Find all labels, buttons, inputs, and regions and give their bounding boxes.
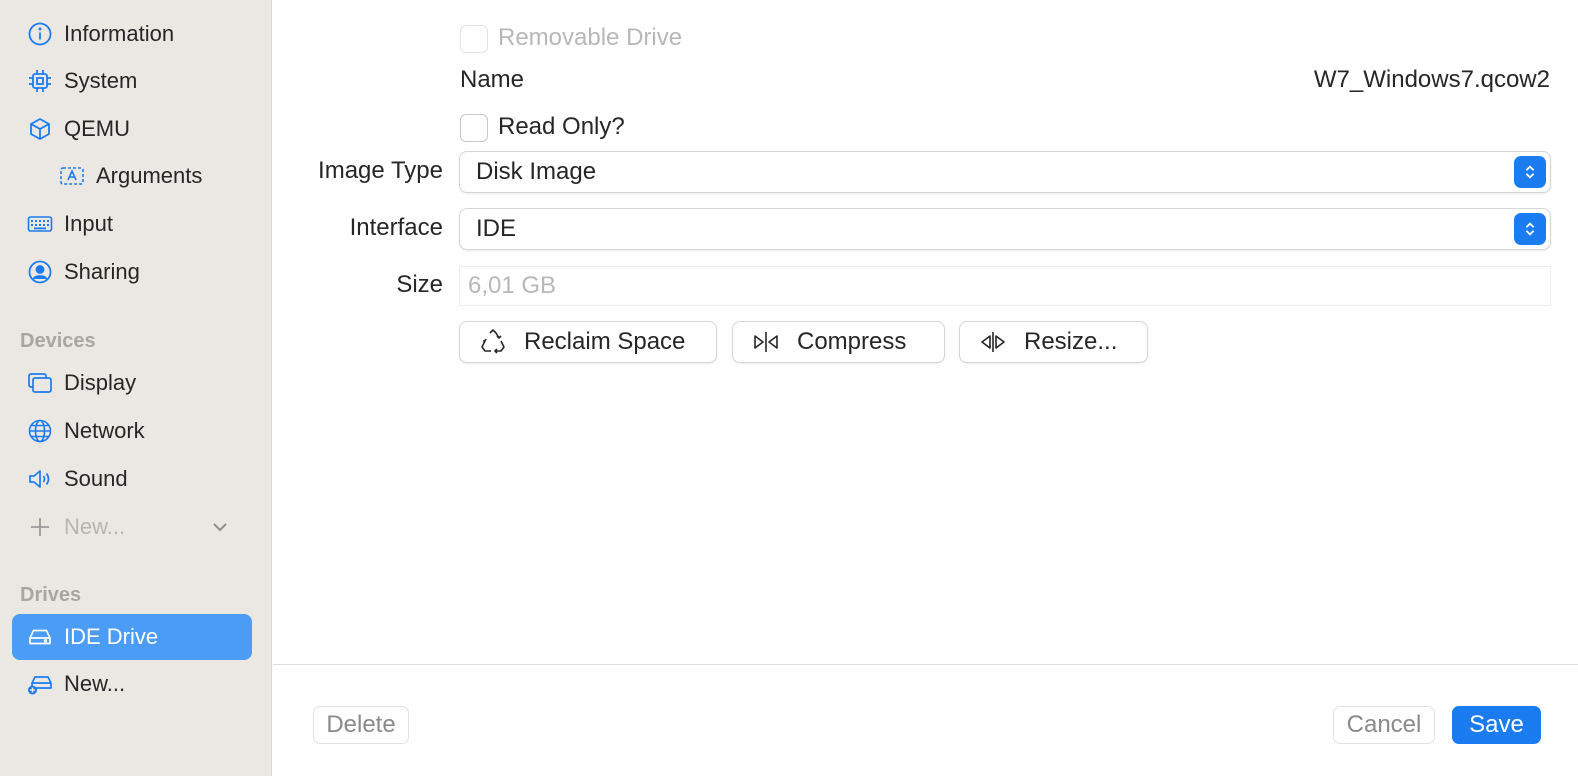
- interface-value: IDE: [476, 215, 517, 242]
- sidebar-item-label: System: [64, 68, 138, 93]
- image-type-label: Image Type: [318, 157, 443, 184]
- cpu-icon: [26, 67, 54, 95]
- compress-label: Compress: [797, 328, 907, 355]
- size-field[interactable]: 6,01 GB: [459, 266, 1551, 306]
- sidebar-item-label: IDE Drive: [64, 624, 159, 649]
- sidebar-item-input[interactable]: Input: [12, 201, 252, 247]
- interface-label: Interface: [349, 214, 443, 241]
- recycle-icon: [476, 325, 510, 359]
- sidebar-item-label: Sharing: [64, 259, 140, 284]
- drive-settings-panel: Removable Drive Name W7_Windows7.qcow2 R…: [273, 0, 1578, 776]
- sidebar-item-label: Sound: [64, 466, 128, 491]
- sidebar-item-sharing[interactable]: Sharing: [12, 249, 252, 295]
- add-drive-icon: [26, 670, 54, 698]
- sidebar-item-qemu[interactable]: QEMU: [12, 106, 252, 152]
- sidebar-item-system[interactable]: System: [12, 58, 252, 104]
- sidebar-item-label: QEMU: [64, 116, 130, 141]
- cancel-button[interactable]: Cancel: [1333, 706, 1435, 744]
- speaker-icon: [26, 465, 54, 493]
- footer-divider: [273, 664, 1578, 665]
- resize-icon: [976, 325, 1010, 359]
- compress-icon: [749, 325, 783, 359]
- size-label: Size: [396, 271, 443, 298]
- reclaim-space-label: Reclaim Space: [524, 328, 686, 355]
- sidebar-item-label: Arguments: [96, 163, 203, 188]
- removable-drive-label: Removable Drive: [498, 24, 683, 51]
- read-only-checkbox[interactable]: [460, 114, 488, 142]
- plus-icon: [26, 513, 54, 541]
- chevron-down-icon[interactable]: [210, 517, 230, 537]
- sidebar-item-ide-drive[interactable]: IDE Drive: [12, 614, 252, 660]
- sidebar-item-label: Display: [64, 370, 137, 395]
- save-button[interactable]: Save: [1452, 706, 1541, 744]
- image-type-value: Disk Image: [476, 158, 597, 185]
- globe-icon: [26, 417, 54, 445]
- chevron-up-down-icon: [1514, 156, 1546, 188]
- image-type-select[interactable]: Disk Image: [459, 151, 1551, 193]
- sidebar: Information System QEMU Arguments Input …: [0, 0, 272, 776]
- sidebar-item-display[interactable]: Display: [12, 360, 252, 406]
- text-box-icon: [58, 162, 86, 190]
- sidebar-item-label: Information: [64, 21, 175, 46]
- display-icon: [26, 369, 54, 397]
- sidebar-item-information[interactable]: Information: [12, 11, 252, 57]
- info-icon: [26, 20, 54, 48]
- compress-button[interactable]: Compress: [732, 321, 945, 363]
- removable-drive-checkbox[interactable]: [460, 25, 488, 53]
- new-drive-button[interactable]: New...: [12, 661, 252, 707]
- sidebar-item-label: Network: [64, 418, 145, 443]
- cube-icon: [26, 115, 54, 143]
- new-device-button[interactable]: New...: [12, 504, 252, 550]
- sidebar-item-label: Input: [64, 211, 113, 236]
- resize-button[interactable]: Resize...: [959, 321, 1148, 363]
- reclaim-space-button[interactable]: Reclaim Space: [459, 321, 717, 363]
- keyboard-icon: [26, 210, 54, 238]
- sidebar-item-network[interactable]: Network: [12, 408, 252, 454]
- interface-select[interactable]: IDE: [459, 208, 1551, 250]
- new-drive-label: New...: [64, 671, 126, 696]
- drive-icon: [26, 623, 54, 651]
- read-only-label: Read Only?: [498, 113, 625, 140]
- sidebar-item-sound[interactable]: Sound: [12, 456, 252, 502]
- resize-label: Resize...: [1024, 328, 1118, 355]
- person-circle-icon: [26, 258, 54, 286]
- name-label: Name: [460, 66, 525, 93]
- sidebar-item-arguments[interactable]: Arguments: [12, 153, 252, 199]
- new-device-label: New...: [64, 514, 126, 539]
- devices-header: Devices: [20, 330, 96, 352]
- delete-button[interactable]: Delete: [313, 706, 409, 744]
- name-value: W7_Windows7.qcow2: [1313, 66, 1550, 93]
- drives-header: Drives: [20, 584, 82, 606]
- chevron-up-down-icon: [1514, 213, 1546, 245]
